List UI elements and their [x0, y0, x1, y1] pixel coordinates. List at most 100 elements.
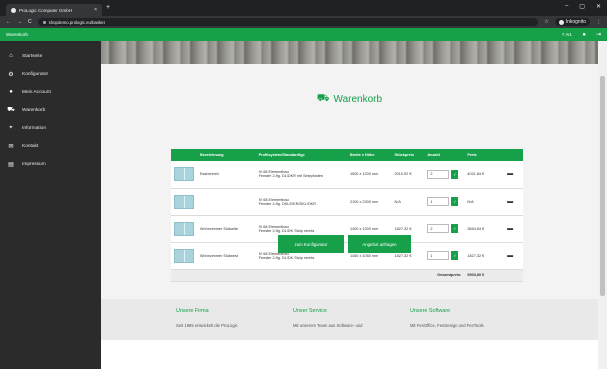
footer-heading: Unsere Firma — [176, 308, 209, 314]
page-title: ⛟ Warenkorb — [101, 93, 598, 106]
window-thumbnail[interactable] — [174, 248, 194, 263]
row-profile-line2: Fenster 2-flg. DL/DK Stulp rechts — [258, 255, 315, 260]
footer-col-service: Unser Service Mit unserem Team aus Softw… — [293, 308, 363, 328]
profile-button[interactable]: Inkognito — [554, 18, 590, 26]
footer-text: Mit FenOffice, FenDesign und FenTools — [410, 323, 484, 328]
sidebar-item-label: Mein Account — [22, 89, 51, 95]
update-quantity-button[interactable]: ✓ — [451, 169, 459, 179]
user-icon[interactable]: ● — [582, 32, 586, 38]
address-bar[interactable]: shopdemo.prologic.eu/basket — [37, 18, 539, 26]
quantity-input[interactable]: 2 — [427, 224, 450, 233]
quantity-input[interactable]: 1 — [427, 251, 450, 260]
col-preis: Preis — [467, 153, 477, 157]
row-name: Wohnzimmer Südseite — [197, 215, 256, 243]
maximize-button[interactable]: ▢ — [579, 3, 585, 10]
update-quantity-button[interactable]: ✓ — [451, 224, 459, 233]
incognito-icon — [558, 19, 564, 25]
sidebar-item-label: Information — [22, 125, 46, 131]
table-header-row: Bezeichnung Profilsystem/Standardtyp Bre… — [171, 149, 523, 161]
sidebar: ⌂ Startseite ⚙ Konfigurator ● Mein Accou… — [0, 41, 101, 369]
close-window-button[interactable]: ✕ — [596, 3, 601, 10]
cart-section: ⛟ Warenkorb Bezeichnung Profilsystem/Sta… — [101, 64, 598, 340]
header-cart-count[interactable]: 7 Art. — [562, 32, 573, 37]
row-name: Wohnzimmer Südwest — [197, 242, 256, 270]
sidebar-item-label: Startseite — [22, 53, 43, 59]
sidebar-item-label: Kontakt — [22, 143, 39, 149]
sidebar-item-label: Konfigurator — [22, 71, 49, 77]
sidebar-item-impressum[interactable]: ▤ Impressum — [0, 155, 101, 173]
row-name — [197, 188, 256, 216]
col-delete — [497, 149, 523, 161]
footer-text: Seit 1985 entwickelt die ProLogic — [176, 323, 238, 328]
delete-icon[interactable]: ▬ — [497, 188, 523, 216]
sidebar-item-label: Impressum — [22, 161, 46, 167]
sidebar-item-konfigurator[interactable]: ⚙ Konfigurator — [0, 65, 101, 83]
table-row: IV 68 Elementbau Fenster 4-flg. DKL/DKR/D… — [171, 188, 523, 216]
window-thumbnail[interactable] — [174, 167, 194, 182]
footer-col-firma: Unsere Firma Seit 1985 entwickelt die Pr… — [176, 308, 238, 328]
sidebar-item-information[interactable]: ⌖ Information — [0, 119, 101, 137]
user-icon: ● — [9, 89, 13, 95]
row-price: 3654,64 € — [464, 215, 498, 243]
cart-table: Bezeichnung Profilsystem/Standardtyp Bre… — [171, 149, 523, 282]
url-text: shopdemo.prologic.eu/basket — [48, 19, 105, 25]
row-price: N/A — [464, 188, 498, 216]
update-quantity-button[interactable]: ✓ — [451, 197, 459, 206]
cart-icon: ⛟ — [316, 93, 330, 104]
browser-tab[interactable]: ProLogic Computer GmbH × — [6, 4, 102, 16]
row-name: Essbereich — [197, 161, 256, 189]
quantity-input[interactable]: 1 — [427, 197, 450, 206]
delete-icon[interactable]: ▬ — [497, 215, 523, 243]
window-controls: – ▢ ✕ — [565, 3, 601, 10]
row-price: 4021,84 € — [464, 161, 498, 189]
lock-icon — [42, 20, 46, 24]
minimize-button[interactable]: – — [565, 3, 568, 10]
window-thumbnail[interactable] — [174, 194, 194, 209]
browser-menu-icon[interactable]: ⋮ — [596, 19, 601, 25]
request-offer-button[interactable]: Angebot anfragen — [348, 235, 411, 253]
col-anzahl: Anzahl — [427, 153, 440, 157]
row-size: 2100 x 2300 mm — [346, 188, 392, 216]
footer-heading: Unsere Software — [410, 308, 451, 314]
footer-text: Mit unserem Team aus Software- und — [293, 323, 363, 328]
back-icon[interactable]: ← — [6, 19, 11, 25]
to-configurator-button[interactable]: zum Konfigurator — [278, 235, 344, 253]
sidebar-item-kontakt[interactable]: ✉ Kontakt — [0, 137, 101, 155]
sidebar-item-warenkorb[interactable]: ⛟ Warenkorb — [0, 101, 101, 119]
forward-icon[interactable]: → — [17, 19, 22, 25]
row-profile-line2: Fenster 2-flg. DL/DK Stulp rechts — [258, 228, 315, 233]
logout-icon[interactable]: ⇥ — [596, 31, 601, 38]
sidebar-item-startseite[interactable]: ⌂ Startseite — [0, 47, 101, 65]
table-row: Wohnzimmer Südwest IV 68 Elementbau Fenst… — [171, 242, 523, 270]
window-thumbnail[interactable] — [174, 221, 194, 236]
tab-title: ProLogic Computer GmbH — [19, 7, 73, 13]
delete-icon[interactable]: ▬ — [497, 242, 523, 270]
delete-icon[interactable]: ▬ — [497, 161, 523, 189]
row-profile-line2: Fenster 2-flg. DL/DKR mit Setzpfosten — [258, 174, 324, 179]
update-quantity-button[interactable]: ✓ — [451, 251, 459, 260]
footer: Unsere Firma Seit 1985 entwickelt die Pr… — [101, 299, 598, 340]
scrollbar-thumb[interactable] — [600, 76, 605, 296]
doc-icon: ▤ — [8, 161, 14, 168]
marker-icon: ⌖ — [9, 124, 13, 131]
footer-heading: Unser Service — [293, 308, 327, 314]
row-size: 1500 x 1200 mm — [346, 161, 392, 189]
sidebar-item-account[interactable]: ● Mein Account — [0, 83, 101, 101]
profile-label: Inkognito — [565, 19, 586, 25]
tab-close-icon[interactable]: × — [94, 7, 97, 13]
col-groesse: Breite x Höhe — [349, 153, 375, 157]
reload-icon[interactable]: C — [28, 19, 32, 25]
wood-banner — [101, 41, 598, 64]
main-content: ⛟ Warenkorb Bezeichnung Profilsystem/Sta… — [101, 41, 598, 369]
col-thumb — [171, 149, 197, 161]
row-unit-price: 2010,92 € — [391, 161, 425, 189]
bookmark-star-icon[interactable]: ☆ — [544, 19, 548, 25]
new-tab-button[interactable]: + — [106, 4, 110, 11]
page-title-text: Warenkorb — [333, 94, 383, 105]
scrollbar[interactable] — [598, 41, 607, 369]
col-stueckpreis: Stückpreis — [394, 153, 414, 157]
gear-icon: ⚙ — [8, 71, 14, 78]
table-row: Wohnzimmer Südseite IV 68 Elementbau Fens… — [171, 215, 523, 243]
quantity-input[interactable]: 2 — [427, 169, 450, 179]
sidebar-item-label: Warenkorb — [22, 107, 46, 113]
